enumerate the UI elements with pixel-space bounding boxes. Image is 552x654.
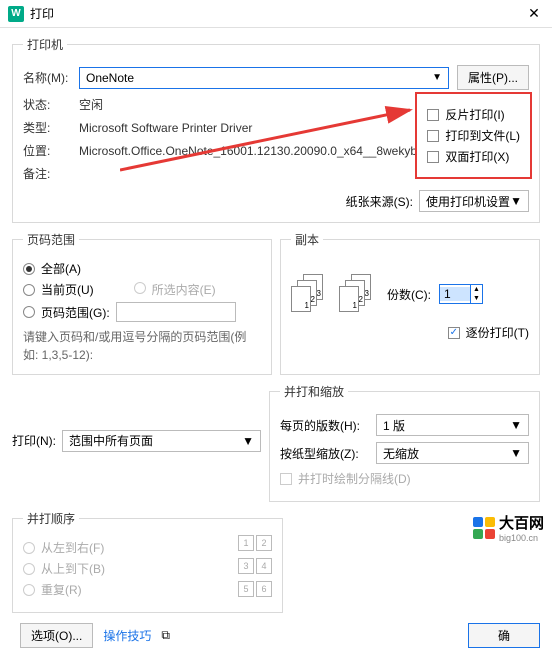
order-tb-label: 从上到下(B) — [41, 560, 105, 577]
range-pages-input[interactable] — [116, 302, 236, 322]
printer-name-select[interactable]: OneNote ▼ — [79, 67, 449, 89]
collate-label: 逐份打印(T) — [466, 324, 529, 341]
range-pages-radio[interactable] — [23, 306, 35, 318]
highlighted-options-box: 反片打印(I) 打印到文件(L) 双面打印(X) — [415, 92, 532, 179]
spin-up-icon[interactable]: ▲ — [471, 285, 482, 294]
range-pages-label: 页码范围(G): — [41, 304, 110, 321]
chevron-down-icon: ▼ — [510, 446, 522, 460]
close-icon[interactable]: ✕ — [524, 5, 544, 22]
range-all-radio[interactable] — [23, 263, 35, 275]
zoom-legend: 并打和缩放 — [280, 383, 348, 400]
paper-source-value: 使用打印机设置 — [426, 193, 510, 210]
order-repeat-label: 重复(R) — [41, 581, 82, 598]
order-lr-label: 从左到右(F) — [41, 539, 104, 556]
name-label: 名称(M): — [23, 69, 79, 86]
status-label: 状态: — [23, 96, 79, 113]
watermark-sub: big100.cn — [499, 533, 544, 543]
printer-legend: 打印机 — [23, 36, 67, 53]
scale-value: 无缩放 — [383, 445, 419, 462]
pages-per-label: 每页的版数(H): — [280, 417, 370, 434]
range-selection-label: 所选内容(E) — [152, 283, 216, 297]
mirror-checkbox[interactable] — [427, 109, 439, 121]
order-tb-radio — [23, 563, 35, 575]
order-repeat-radio — [23, 584, 35, 596]
tips-icon: ⧉ — [161, 628, 170, 643]
chevron-down-icon: ▼ — [510, 194, 522, 208]
copies-group: 副本 321 321 份数(C): ▲▼ 逐份打印(T) — [280, 231, 540, 375]
range-current-label: 当前页(U) — [41, 281, 94, 298]
duplex-label: 双面打印(X) — [445, 148, 509, 165]
chevron-down-icon: ▼ — [510, 418, 522, 432]
chevron-down-icon: ▼ — [432, 72, 442, 83]
order-preview-icon: 123456 — [238, 535, 272, 602]
app-logo: W — [8, 6, 24, 22]
properties-button[interactable]: 属性(P)... — [457, 65, 529, 90]
duplex-checkbox[interactable] — [427, 151, 439, 163]
paper-source-label: 纸张来源(S): — [346, 193, 413, 210]
comment-label: 备注: — [23, 165, 79, 182]
copies-spinbox[interactable]: ▲▼ — [439, 284, 483, 304]
watermark: 大百网 big100.cn — [473, 512, 544, 543]
range-hint: 请键入页码和/或用逗号分隔的页码范围(例如: 1,3,5-12): — [23, 328, 261, 364]
print-what-value: 范围中所有页面 — [69, 432, 153, 449]
collate-checkbox[interactable] — [448, 327, 460, 339]
print-to-file-checkbox[interactable] — [427, 130, 439, 142]
range-current-radio[interactable] — [23, 284, 35, 296]
order-lr-radio — [23, 542, 35, 554]
watermark-logo-icon — [473, 517, 495, 539]
copies-label: 份数(C): — [387, 286, 431, 303]
page-range-legend: 页码范围 — [23, 231, 79, 248]
pages-per-value: 1 版 — [383, 417, 405, 434]
print-order-legend: 并打顺序 — [23, 510, 79, 527]
options-button[interactable]: 选项(O)... — [20, 623, 93, 648]
copies-input[interactable] — [440, 287, 470, 301]
page-range-group: 页码范围 全部(A) 当前页(U) 所选内容(E) 页码范围(G): 请键入页码… — [12, 231, 272, 375]
collate-preview-icon: 321 321 — [291, 274, 379, 314]
print-to-file-label: 打印到文件(L) — [445, 127, 520, 144]
where-label: 位置: — [23, 142, 79, 159]
dialog-title: 打印 — [30, 5, 524, 22]
pages-per-select[interactable]: 1 版 ▼ — [376, 414, 529, 436]
spin-down-icon[interactable]: ▼ — [471, 294, 482, 303]
ok-button[interactable]: 确 — [468, 623, 540, 648]
tips-link[interactable]: 操作技巧 — [103, 627, 151, 644]
printer-name-value: OneNote — [86, 71, 134, 85]
draw-border-checkbox — [280, 473, 292, 485]
draw-border-label: 并打时绘制分隔线(D) — [298, 470, 411, 487]
watermark-text: 大百网 — [499, 512, 544, 533]
scale-select[interactable]: 无缩放 ▼ — [376, 442, 529, 464]
chevron-down-icon: ▼ — [242, 434, 254, 448]
range-selection-radio — [134, 282, 146, 294]
print-order-group: 并打顺序 从左到右(F) 从上到下(B) 重复(R) 123456 — [12, 510, 283, 613]
range-all-label: 全部(A) — [41, 260, 81, 277]
type-label: 类型: — [23, 119, 79, 136]
paper-source-select[interactable]: 使用打印机设置 ▼ — [419, 190, 529, 212]
copies-legend: 副本 — [291, 231, 323, 248]
print-what-select[interactable]: 范围中所有页面 ▼ — [62, 430, 261, 452]
zoom-group: 并打和缩放 每页的版数(H): 1 版 ▼ 按纸型缩放(Z): 无缩放 ▼ 并打… — [269, 383, 540, 502]
scale-label: 按纸型缩放(Z): — [280, 445, 370, 462]
mirror-label: 反片打印(I) — [445, 106, 504, 123]
print-what-label: 打印(N): — [12, 432, 56, 449]
